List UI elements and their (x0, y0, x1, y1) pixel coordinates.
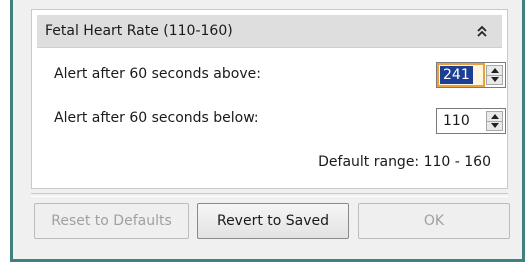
down-arrow-icon (490, 123, 499, 129)
decrement-button[interactable] (486, 74, 503, 85)
alert-below-label: Alert after 60 seconds below: (54, 110, 259, 126)
alert-above-spin-buttons (486, 65, 503, 85)
alert-above-value[interactable]: 241 (440, 66, 473, 84)
divider (31, 193, 508, 197)
default-range-text: Default range: 110 - 160 (318, 154, 491, 170)
alert-below-value[interactable]: 110 (440, 112, 473, 130)
up-arrow-icon (490, 67, 499, 73)
alert-below-spinner[interactable]: 110 (436, 108, 506, 134)
revert-to-saved-button[interactable]: Revert to Saved (197, 203, 349, 239)
alert-below-spin-buttons (486, 111, 503, 131)
alert-above-spinner[interactable]: 241 (436, 62, 506, 88)
down-arrow-icon (490, 77, 499, 83)
up-arrow-icon (490, 113, 499, 119)
reset-to-defaults-button[interactable]: Reset to Defaults (34, 203, 189, 239)
double-chevron-up-icon[interactable] (476, 24, 488, 38)
fetal-heart-rate-panel: Fetal Heart Rate (110-160) Alert after 6… (31, 9, 508, 189)
alert-settings-window: Fetal Heart Rate (110-160) Alert after 6… (10, 0, 525, 262)
decrement-button[interactable] (486, 120, 503, 131)
alert-above-label: Alert after 60 seconds above: (54, 66, 261, 82)
panel-title: Fetal Heart Rate (110-160) (45, 23, 233, 39)
panel-header[interactable]: Fetal Heart Rate (110-160) (37, 15, 502, 48)
ok-button[interactable]: OK (358, 203, 510, 239)
